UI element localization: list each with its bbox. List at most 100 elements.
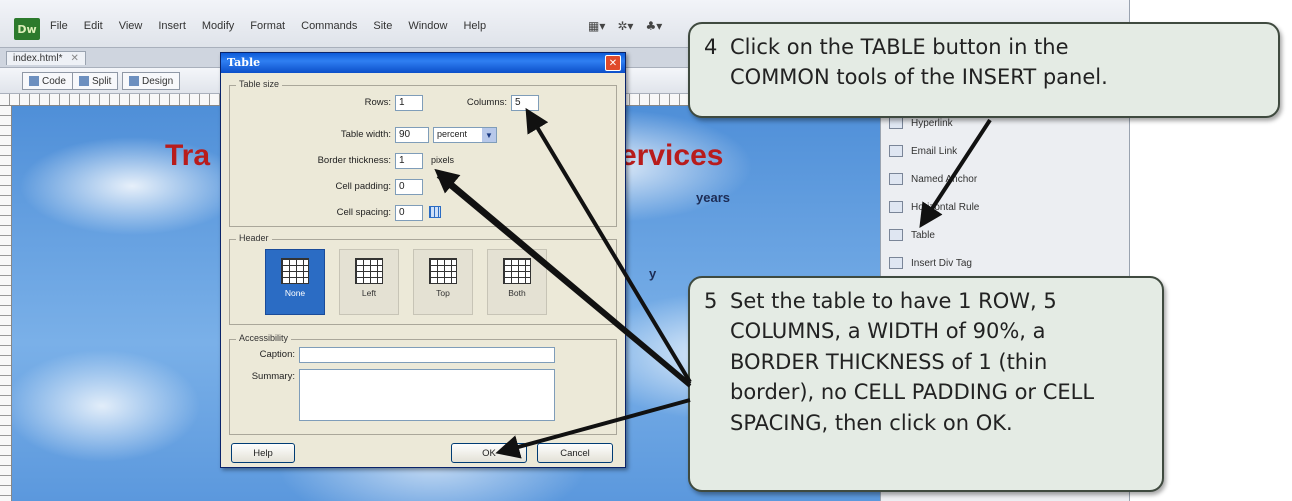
site-icon[interactable]: ♣▾ <box>645 19 662 33</box>
table-icon <box>889 229 903 241</box>
step-number: 5 <box>704 289 718 313</box>
caption-field[interactable] <box>299 347 555 363</box>
table-width-field[interactable]: 90 <box>395 127 429 143</box>
cell-spacing-label: Cell spacing: <box>336 207 391 218</box>
step-5-text-5: SPACING, then click on OK. <box>730 410 1013 435</box>
anchor-icon <box>889 173 903 185</box>
menu-site[interactable]: Site <box>373 20 392 32</box>
header-both-option[interactable]: Both <box>487 249 547 315</box>
group-label: Table size <box>236 79 283 89</box>
header-option-label: Top <box>436 288 450 298</box>
step-5-text-3: BORDER THICKNESS of 1 (thin <box>730 349 1048 374</box>
insert-item-label: Horizontal Rule <box>911 201 980 213</box>
insert-table-button[interactable]: Table <box>889 224 935 246</box>
step-4-callout: 4 Click on the TABLE button in the COMMON… <box>688 22 1280 118</box>
close-icon[interactable]: ✕ <box>70 53 78 64</box>
step-5-line-4: border), no CELL PADDING or CELL <box>704 377 1148 407</box>
border-thickness-label: Border thickness: <box>317 155 391 166</box>
insert-item-label: Email Link <box>911 145 958 157</box>
design-view-button[interactable]: Design <box>122 72 181 90</box>
menu-commands[interactable]: Commands <box>301 20 357 32</box>
header-option-label: Left <box>361 288 377 298</box>
menu-window[interactable]: Window <box>408 20 447 32</box>
step-5-text-4: border), no CELL PADDING or CELL <box>730 380 1095 405</box>
header-option-label: Both <box>508 288 526 298</box>
border-thickness-field[interactable]: 1 <box>395 153 423 169</box>
ok-button[interactable]: OK <box>451 443 527 463</box>
header-option-label: None <box>284 288 306 298</box>
div-tag-icon <box>889 257 903 269</box>
header-none-option[interactable]: None <box>265 249 325 315</box>
chevron-down-icon: ▼ <box>482 128 496 142</box>
design-view-label: Design <box>142 75 174 87</box>
vertical-ruler <box>0 106 12 501</box>
menu-modify[interactable]: Modify <box>202 20 234 32</box>
code-view-label: Code <box>42 75 66 87</box>
document-tab[interactable]: index.html* ✕ <box>6 51 86 65</box>
split-icon <box>79 76 89 86</box>
columns-label: Columns: <box>466 97 507 108</box>
extend-icon[interactable]: ✲▾ <box>617 19 633 33</box>
close-icon[interactable]: ✕ <box>605 55 621 71</box>
width-unit-select[interactable]: percent ▼ <box>433 127 497 143</box>
insert-item-label: Named Anchor <box>911 173 978 185</box>
design-icon <box>129 76 139 86</box>
step-5-line-5: SPACING, then click on OK. <box>704 408 1148 438</box>
text-fragment: y <box>649 266 657 281</box>
main-menu: File Edit View Insert Modify Format Comm… <box>50 20 486 32</box>
table-icon <box>503 258 531 284</box>
table-dialog: Table ✕ Table size Rows: 1 Columns: 5 Ta… <box>220 52 626 468</box>
table-icon <box>429 258 457 284</box>
columns-field[interactable]: 5 <box>511 95 539 111</box>
summary-field[interactable] <box>299 369 555 421</box>
menu-file[interactable]: File <box>50 20 68 32</box>
cell-padding-label: Cell padding: <box>335 181 391 192</box>
subheading-fragment: years <box>696 190 730 205</box>
horizontal-rule-icon <box>889 201 903 213</box>
insert-named-anchor[interactable]: Named Anchor <box>889 168 977 190</box>
menu-view[interactable]: View <box>119 20 143 32</box>
split-view-button[interactable]: Split <box>72 72 119 90</box>
app-toolbar: ▦▾ ✲▾ ♣▾ <box>588 19 662 33</box>
table-width-label: Table width: <box>340 129 391 140</box>
menu-edit[interactable]: Edit <box>84 20 103 32</box>
table-icon <box>281 258 309 284</box>
step-5-text-2: COLUMNS, a WIDTH of 90%, a <box>730 319 1046 344</box>
step-4-text-1: Click on the TABLE button in the <box>730 35 1069 59</box>
dialog-title: Table <box>221 53 625 73</box>
step-number: 4 <box>704 35 718 59</box>
step-5-line-1: 5 Set the table to have 1 ROW, 5 <box>704 286 1148 316</box>
code-view-button[interactable]: Code <box>22 72 73 90</box>
header-left-option[interactable]: Left <box>339 249 399 315</box>
rows-field[interactable]: 1 <box>395 95 423 111</box>
group-label: Header <box>236 233 272 243</box>
header-top-option[interactable]: Top <box>413 249 473 315</box>
step-5-line-3: BORDER THICKNESS of 1 (thin <box>704 347 1148 377</box>
cell-padding-field[interactable]: 0 <box>395 179 423 195</box>
step-5-text-1: Set the table to have 1 ROW, 5 <box>730 289 1057 313</box>
cell-spacing-field[interactable]: 0 <box>395 205 423 221</box>
step-4-text-2: COMMON tools of the INSERT panel. <box>730 65 1108 90</box>
cell-spacing-icon <box>429 206 441 218</box>
menu-format[interactable]: Format <box>250 20 285 32</box>
step-5-line-2: COLUMNS, a WIDTH of 90%, a <box>704 316 1148 346</box>
document-tab-label: index.html* <box>13 53 63 64</box>
step-4-line-2: COMMON tools of the INSERT panel. <box>704 62 1264 92</box>
split-view-label: Split <box>92 75 112 87</box>
rows-label: Rows: <box>364 97 391 108</box>
insert-horizontal-rule[interactable]: Horizontal Rule <box>889 196 979 218</box>
cancel-button[interactable]: Cancel <box>537 443 613 463</box>
insert-div-tag[interactable]: Insert Div Tag <box>889 252 972 274</box>
help-button[interactable]: Help <box>231 443 295 463</box>
hyperlink-icon <box>889 117 903 129</box>
menu-help[interactable]: Help <box>463 20 486 32</box>
summary-label: Summary: <box>251 371 295 382</box>
insert-email-link[interactable]: Email Link <box>889 140 957 162</box>
caption-label: Caption: <box>259 349 295 360</box>
email-icon <box>889 145 903 157</box>
menu-insert[interactable]: Insert <box>158 20 186 32</box>
group-label: Accessibility <box>236 333 292 343</box>
code-icon <box>29 76 39 86</box>
width-unit-value: percent <box>437 129 468 139</box>
layout-icon[interactable]: ▦▾ <box>588 19 605 33</box>
